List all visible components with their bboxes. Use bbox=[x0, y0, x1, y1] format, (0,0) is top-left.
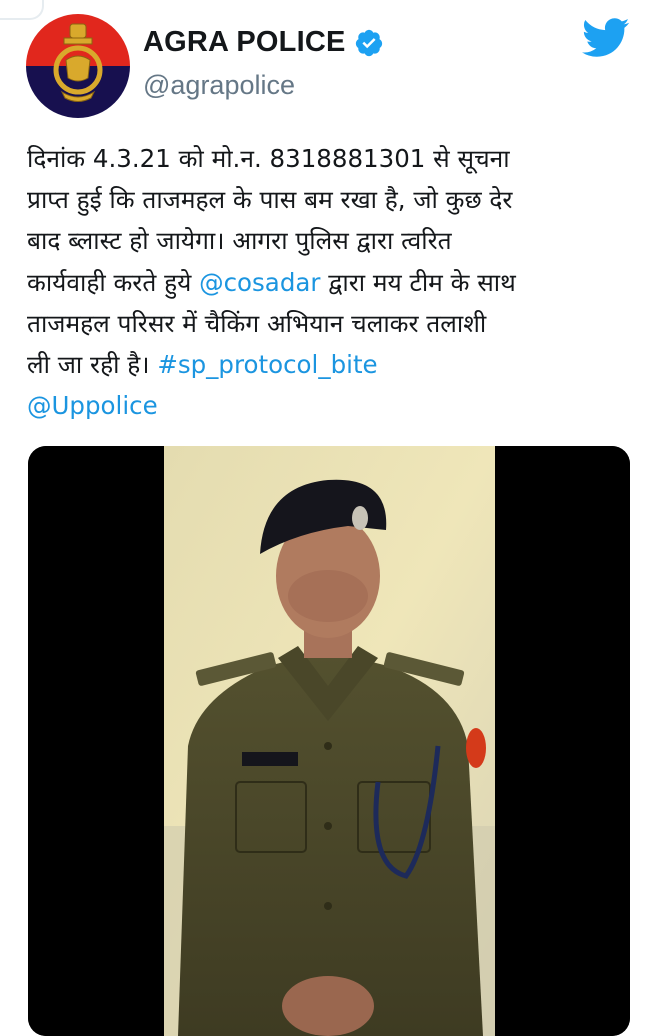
tweet-text-line: ताजमहल परिसर में चैकिंग अभियान चलाकर तला… bbox=[27, 303, 642, 344]
tweet-text-line: @Uppolice bbox=[27, 385, 642, 426]
tweet-text-segment: प्राप्त हुई कि ताजमहल के पास बम रखा है, … bbox=[27, 185, 513, 215]
tweet-text-segment: दिनांक 4.3.21 को मो.न. 8318881301 से सूच… bbox=[27, 144, 510, 173]
mention-link[interactable]: @cosadar bbox=[199, 268, 320, 297]
mention-link[interactable]: @Uppolice bbox=[27, 391, 158, 420]
tweet-text-segment: कार्यवाही करते हुये bbox=[27, 267, 200, 297]
author-display-name[interactable]: AGRA POLICE bbox=[143, 26, 346, 59]
tweet-text-segment: बाद ब्लास्ट हो जायेगा। आगरा पुलिस द्वारा… bbox=[27, 226, 452, 256]
tweet-text-line: कार्यवाही करते हुये @cosadar द्वारा मय ट… bbox=[27, 262, 642, 303]
tweet-text-segment: ताजमहल परिसर में चैकिंग अभियान चलाकर तला… bbox=[27, 308, 487, 338]
tweet-text-segment: ली जा रही है। bbox=[27, 350, 158, 380]
tweet-text-line: बाद ब्लास्ट हो जायेगा। आगरा पुलिस द्वारा… bbox=[27, 220, 642, 261]
police-emblem-icon bbox=[53, 23, 103, 102]
tweet-text-line: दिनांक 4.3.21 को मो.न. 8318881301 से सूच… bbox=[27, 138, 642, 179]
hashtag-link[interactable]: #sp_protocol_bite bbox=[157, 350, 377, 379]
tweet-video-media[interactable] bbox=[28, 446, 630, 1036]
author-name-row: AGRA POLICE bbox=[143, 26, 384, 59]
twitter-bird-icon[interactable] bbox=[582, 18, 630, 58]
tweet-text-segment: द्वारा मय टीम के साथ bbox=[320, 267, 516, 297]
profile-avatar[interactable] bbox=[26, 14, 130, 118]
tweet-body: दिनांक 4.3.21 को मो.न. 8318881301 से सूच… bbox=[27, 138, 642, 426]
verified-badge-icon bbox=[355, 29, 382, 56]
tweet-text-line: ली जा रही है। #sp_protocol_bite bbox=[27, 344, 642, 385]
video-frame-officer bbox=[28, 446, 630, 1036]
author-handle[interactable]: @agrapolice bbox=[143, 70, 295, 101]
tweet-text-line: प्राप्त हुई कि ताजमहल के पास बम रखा है, … bbox=[27, 179, 642, 220]
